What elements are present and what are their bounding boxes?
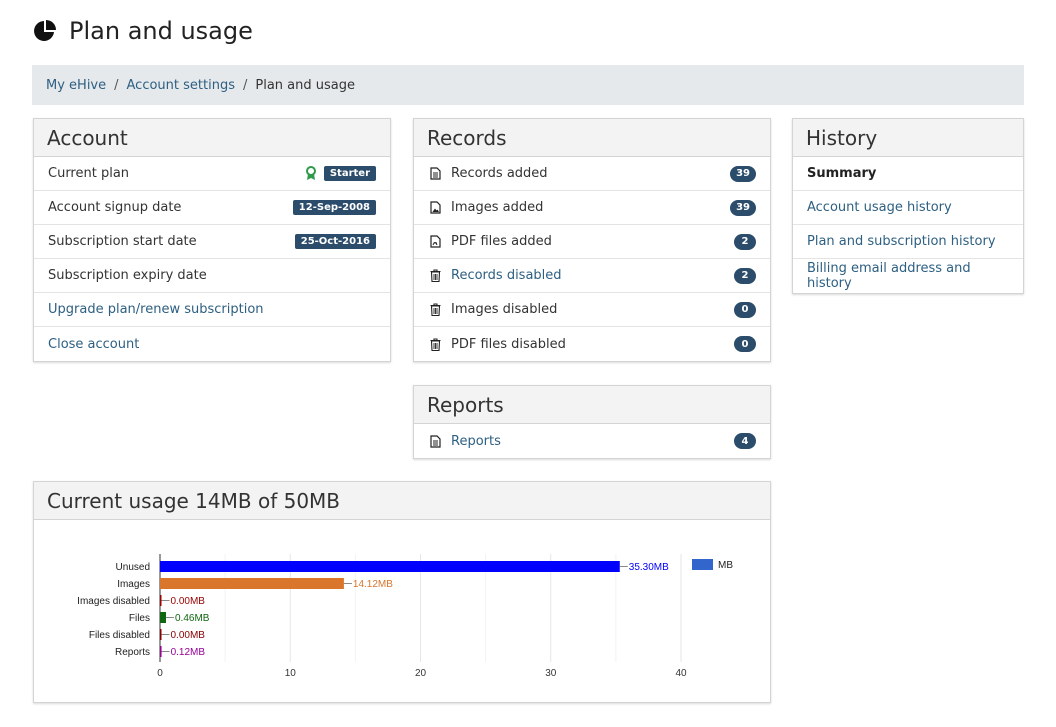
records-disabled-count: 2	[734, 267, 756, 284]
upgrade-plan-label: Upgrade plan/renew subscription	[48, 302, 264, 317]
image-file-icon	[429, 201, 441, 214]
category-label: Images	[117, 579, 150, 590]
plan-subscription-history-link[interactable]: Plan and subscription history	[793, 225, 1023, 259]
subscription-start-row: Subscription start date 25-Oct-2016	[34, 225, 390, 259]
images-added-count: 39	[730, 199, 756, 216]
usage-panel-title: Current usage 14MB of 50MB	[34, 482, 770, 520]
page-header: Plan and usage	[33, 14, 253, 48]
category-label: Files disabled	[89, 630, 150, 641]
pdf-files-disabled-row: PDF files disabled 0	[414, 327, 770, 361]
bar	[160, 629, 162, 640]
subscription-start-value: 25-Oct-2016	[294, 234, 376, 249]
usage-chart: 0 10 20 30 40 Unused 35.30MB Images 14.12MB Image…	[34, 520, 770, 702]
records-added-row: Records added 39	[414, 157, 770, 191]
signup-date-value: 12-Sep-2008	[292, 200, 376, 215]
trash-icon	[430, 269, 440, 282]
reports-label: Reports	[451, 433, 501, 449]
pdf-file-icon	[429, 235, 441, 248]
pie-chart-icon	[34, 20, 56, 41]
upgrade-plan-link[interactable]: Upgrade plan/renew subscription	[34, 293, 390, 327]
data-label: 35.30MB	[629, 562, 669, 573]
x-tick-label: 0	[157, 668, 163, 679]
x-tick-label: 20	[415, 668, 427, 679]
x-tick-label: 10	[285, 668, 297, 679]
breadcrumb: My eHive / Account settings / Plan and u…	[32, 65, 1024, 105]
category-label: Images disabled	[77, 596, 150, 607]
document-icon	[429, 167, 441, 180]
images-added-row: Images added 39	[414, 191, 770, 225]
reports-panel: Reports Reports 4	[413, 385, 771, 459]
subscription-expiry-label: Subscription expiry date	[48, 268, 207, 283]
pdf-files-disabled-count: 0	[734, 336, 756, 352]
breadcrumb-separator: /	[114, 77, 119, 93]
current-plan-label: Current plan	[48, 166, 130, 181]
legend-swatch	[692, 559, 713, 570]
subscription-expiry-row: Subscription expiry date	[34, 259, 390, 293]
images-disabled-row: Images disabled 0	[414, 293, 770, 327]
award-ribbon-icon	[305, 166, 316, 180]
signup-date-row: Account signup date 12-Sep-2008	[34, 191, 390, 225]
breadcrumb-account-settings[interactable]: Account settings	[127, 78, 235, 93]
history-summary-link[interactable]: Summary	[793, 157, 1023, 191]
subscription-start-label: Subscription start date	[48, 234, 197, 249]
records-disabled-row[interactable]: Records disabled 2	[414, 259, 770, 293]
bar	[160, 595, 162, 606]
data-label: 0.00MB	[171, 630, 206, 641]
breadcrumb-my-ehive[interactable]: My eHive	[46, 78, 106, 93]
close-account-label: Close account	[48, 336, 140, 352]
trash-icon	[430, 337, 440, 351]
pdf-files-disabled-label: PDF files disabled	[451, 336, 566, 352]
category-label: Unused	[116, 562, 150, 573]
reports-count: 4	[734, 433, 756, 449]
data-label: 14.12MB	[353, 579, 393, 590]
data-label: 0.00MB	[171, 596, 206, 607]
current-plan-row: Current plan Starter	[34, 157, 390, 191]
bar	[160, 646, 162, 657]
images-disabled-count: 0	[734, 301, 756, 318]
category-label: Reports	[115, 647, 150, 658]
records-added-label: Records added	[451, 166, 548, 181]
images-disabled-label: Images disabled	[451, 302, 558, 317]
legend-label: MB	[718, 560, 733, 571]
account-usage-history-link[interactable]: Account usage history	[793, 191, 1023, 225]
document-icon	[429, 434, 441, 448]
breadcrumb-separator: /	[242, 77, 248, 93]
breadcrumb-current: Plan and usage	[255, 77, 355, 93]
trash-icon	[430, 303, 440, 316]
data-label: 0.12MB	[171, 647, 206, 658]
bar	[160, 578, 344, 589]
bar	[160, 612, 166, 623]
category-label: Files	[129, 613, 150, 624]
history-panel: History Summary Account usage history Pl…	[792, 118, 1024, 294]
usage-bar-chart: 0 10 20 30 40 Unused 35.30MB Images 14.12MB Image…	[77, 554, 733, 679]
records-added-count: 39	[730, 165, 756, 182]
signup-date-label: Account signup date	[48, 200, 182, 215]
account-panel-title: Account	[34, 119, 390, 157]
x-tick-label: 40	[675, 668, 687, 679]
page-title: Plan and usage	[69, 17, 253, 45]
bar	[160, 561, 620, 572]
plan-tag: Starter	[323, 166, 376, 181]
records-disabled-label: Records disabled	[451, 268, 562, 283]
reports-row[interactable]: Reports 4	[414, 424, 770, 458]
billing-email-history-link[interactable]: Billing email address and history	[793, 259, 1023, 293]
account-panel: Account Current plan Starter Account sig…	[33, 118, 391, 362]
records-panel: Records Records added 39 Images added 39…	[413, 118, 771, 362]
pdf-files-added-row: PDF files added 2	[414, 225, 770, 259]
data-label: 0.46MB	[175, 613, 210, 624]
images-added-label: Images added	[451, 200, 544, 215]
records-panel-title: Records	[414, 119, 770, 157]
x-tick-label: 30	[545, 668, 557, 679]
usage-panel: Current usage 14MB of 50MB 0 10 20 30 40 Unus…	[33, 481, 771, 703]
pdf-files-added-count: 2	[734, 233, 756, 250]
reports-panel-title: Reports	[414, 386, 770, 424]
close-account-link[interactable]: Close account	[34, 327, 390, 361]
history-panel-title: History	[793, 119, 1023, 157]
pdf-files-added-label: PDF files added	[451, 234, 552, 249]
